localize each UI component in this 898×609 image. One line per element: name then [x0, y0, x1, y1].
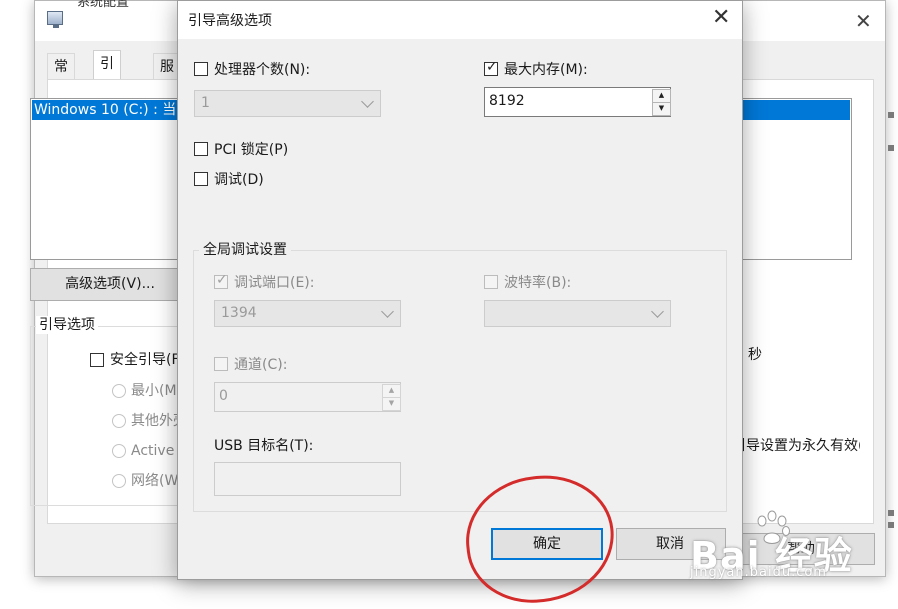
- close-icon[interactable]: ✕: [712, 7, 730, 29]
- channel-checkbox[interactable]: [214, 357, 228, 371]
- spin-up-icon[interactable]: ▲: [382, 384, 401, 398]
- scroll-marker: [888, 112, 894, 118]
- radio-minimal[interactable]: [112, 384, 126, 398]
- scroll-marker: [888, 145, 894, 151]
- radio-network-label: 网络(W): [131, 473, 184, 489]
- debug-checkbox[interactable]: [194, 172, 208, 186]
- radio-network[interactable]: [112, 474, 126, 488]
- radio-alternate-shell[interactable]: [112, 414, 126, 428]
- global-debug-group-label: 全局调试设置: [199, 241, 291, 259]
- processors-select[interactable]: 1: [194, 90, 381, 117]
- max-memory-value: 8192: [489, 93, 525, 109]
- chevron-down-icon: [381, 305, 394, 318]
- safe-boot-label: 安全引导(F): [110, 352, 185, 368]
- max-memory-label: 最大内存(M):: [504, 62, 588, 78]
- spin-down-icon[interactable]: ▼: [382, 397, 401, 411]
- max-memory-checkbox[interactable]: [484, 59, 498, 76]
- seconds-label: 秒: [748, 347, 762, 363]
- channel-label: 通道(C):: [234, 357, 288, 373]
- channel-stepper[interactable]: 0 ▲ ▼: [214, 382, 401, 412]
- max-memory-stepper[interactable]: 8192 ▲ ▼: [484, 87, 671, 117]
- boot-options-label: 引导选项: [36, 316, 98, 334]
- dialog-title: 引导高级选项: [188, 13, 272, 29]
- spin-up-icon[interactable]: ▲: [652, 89, 671, 103]
- advanced-options-button[interactable]: 高级选项(V)...: [30, 268, 190, 301]
- processors-checkbox[interactable]: [194, 62, 208, 76]
- spin-down-icon[interactable]: ▼: [652, 102, 671, 116]
- window-title: 系统配置: [77, 0, 130, 10]
- debug-port-checkbox[interactable]: [214, 272, 228, 289]
- baud-rate-select[interactable]: [484, 300, 671, 327]
- pci-lock-checkbox[interactable]: [194, 142, 208, 156]
- scroll-marker: [888, 522, 894, 528]
- safe-boot-checkbox[interactable]: [90, 353, 104, 367]
- radio-minimal-label: 最小(M): [131, 383, 183, 399]
- baud-rate-label: 波特率(B):: [504, 275, 572, 291]
- debug-port-select[interactable]: 1394: [214, 300, 401, 327]
- app-monitor-icon: [47, 11, 63, 28]
- close-icon[interactable]: ✕: [855, 11, 872, 31]
- watermark-url: jingyan.baidu.com: [690, 565, 827, 580]
- tab-general[interactable]: 常规: [47, 53, 75, 101]
- baud-rate-checkbox[interactable]: [484, 275, 498, 289]
- debug-label: 调试(D): [214, 172, 264, 188]
- debug-port-label: 调试端口(E):: [234, 275, 315, 291]
- chevron-down-icon: [361, 95, 374, 108]
- usb-target-label: USB 目标名(T):: [214, 438, 314, 454]
- processors-label: 处理器个数(N):: [214, 62, 311, 78]
- debug-port-value: 1394: [221, 305, 257, 321]
- chevron-down-icon: [651, 305, 664, 318]
- dialog-title-bar: 引导高级选项 ✕: [178, 1, 742, 39]
- radio-ad-repair[interactable]: [112, 444, 126, 458]
- pci-lock-label: PCI 锁定(P): [214, 142, 289, 158]
- tab-boot[interactable]: 引导: [93, 50, 121, 98]
- channel-value: 0: [219, 388, 228, 404]
- usb-target-input[interactable]: [214, 462, 401, 496]
- processors-value: 1: [201, 95, 210, 111]
- scroll-marker: [888, 510, 894, 516]
